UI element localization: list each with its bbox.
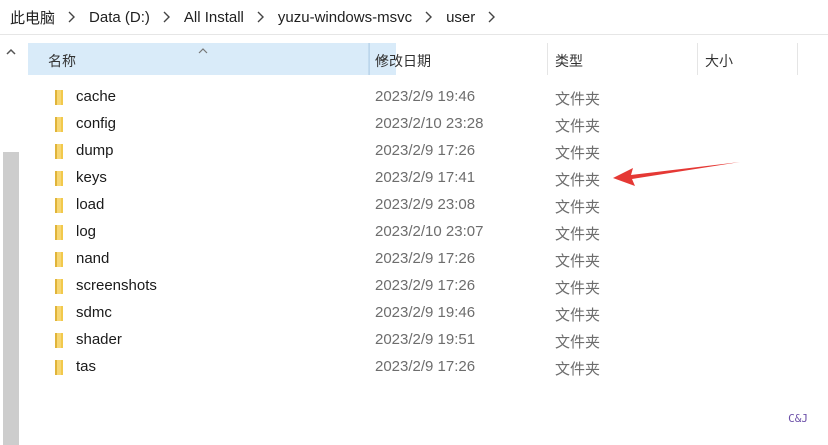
column-name-label: 名称	[48, 53, 76, 69]
file-row-shader[interactable]: shader 2023/2/9 19:51 文件夹	[28, 327, 828, 354]
file-date: 2023/2/9 19:46	[375, 304, 476, 321]
file-row-tas[interactable]: tas 2023/2/9 17:26 文件夹	[28, 354, 828, 381]
scroll-thumb[interactable]	[3, 152, 19, 445]
file-row-config[interactable]: config 2023/2/10 23:28 文件夹	[28, 111, 828, 138]
file-date: 2023/2/9 17:26	[375, 142, 476, 159]
file-type: 文件夹	[555, 172, 601, 189]
column-divider[interactable]	[697, 43, 698, 75]
file-date: 2023/2/10 23:07	[375, 223, 484, 240]
file-name: cache	[76, 88, 117, 105]
file-date: 2023/2/9 19:51	[375, 331, 476, 348]
file-type: 文件夹	[555, 118, 601, 135]
folder-icon	[52, 116, 66, 133]
file-type: 文件夹	[555, 253, 601, 270]
file-date: 2023/2/9 17:26	[375, 277, 476, 294]
file-date: 2023/2/9 17:41	[375, 169, 476, 186]
file-row-log[interactable]: log 2023/2/10 23:07 文件夹	[28, 219, 828, 246]
annotation-arrow-icon	[613, 162, 740, 186]
file-name: keys	[76, 169, 107, 186]
breadcrumb-yuzu[interactable]: yuzu-windows-msvc	[275, 9, 415, 26]
chevron-right-icon[interactable]	[415, 11, 443, 23]
column-header-size[interactable]: 大小	[705, 51, 733, 71]
column-header-date[interactable]: 修改日期	[375, 51, 431, 71]
column-divider[interactable]	[547, 43, 548, 75]
file-name: nand	[76, 250, 110, 267]
file-type: 文件夹	[555, 145, 601, 162]
file-name: screenshots	[76, 277, 157, 294]
sort-ascending-icon	[198, 41, 208, 57]
file-type: 文件夹	[555, 91, 601, 108]
breadcrumb-data-drive[interactable]: Data (D:)	[86, 9, 153, 26]
file-type: 文件夹	[555, 307, 601, 324]
folder-icon	[52, 359, 66, 376]
folder-icon	[52, 197, 66, 214]
chevron-right-icon[interactable]	[153, 11, 181, 23]
breadcrumb: 此电脑 Data (D:) All Install yuzu-windows-m…	[0, 0, 828, 34]
folder-icon	[52, 332, 66, 349]
chevron-right-icon[interactable]	[58, 11, 86, 23]
breadcrumb-all-install[interactable]: All Install	[181, 9, 247, 26]
folder-icon	[52, 170, 66, 187]
breadcrumb-user[interactable]: user	[443, 9, 478, 26]
file-type: 文件夹	[555, 199, 601, 216]
folder-icon	[52, 143, 66, 160]
file-name: tas	[76, 358, 97, 375]
column-divider[interactable]	[797, 43, 798, 75]
scroll-up-icon[interactable]	[4, 44, 18, 58]
file-date: 2023/2/10 23:28	[375, 115, 484, 132]
file-name: config	[76, 115, 117, 132]
file-row-screenshots[interactable]: screenshots 2023/2/9 17:26 文件夹	[28, 273, 828, 300]
file-row-sdmc[interactable]: sdmc 2023/2/9 19:46 文件夹	[28, 300, 828, 327]
file-date: 2023/2/9 23:08	[375, 196, 476, 213]
column-header-type[interactable]: 类型	[555, 51, 583, 71]
file-date: 2023/2/9 19:46	[375, 88, 476, 105]
folder-icon	[52, 251, 66, 268]
breadcrumb-this-pc[interactable]: 此电脑	[0, 7, 58, 28]
column-header-row: 名称 修改日期 类型 大小	[28, 43, 828, 75]
column-header-name[interactable]: 名称	[28, 43, 369, 75]
file-name: dump	[76, 142, 114, 159]
file-name: shader	[76, 331, 122, 348]
folder-icon	[52, 89, 66, 106]
file-name: sdmc	[76, 304, 112, 321]
folder-icon	[52, 305, 66, 322]
file-date: 2023/2/9 17:26	[375, 250, 476, 267]
file-list: cache 2023/2/9 19:46 文件夹 config 2023/2/1…	[28, 84, 828, 381]
file-type: 文件夹	[555, 280, 601, 297]
folder-icon	[52, 224, 66, 241]
file-date: 2023/2/9 17:26	[375, 358, 476, 375]
file-type: 文件夹	[555, 226, 601, 243]
file-row-cache[interactable]: cache 2023/2/9 19:46 文件夹	[28, 84, 828, 111]
folder-icon	[52, 278, 66, 295]
file-type: 文件夹	[555, 334, 601, 351]
file-row-nand[interactable]: nand 2023/2/9 17:26 文件夹	[28, 246, 828, 273]
file-name: load	[76, 196, 105, 213]
file-row-load[interactable]: load 2023/2/9 23:08 文件夹	[28, 192, 828, 219]
watermark: C&J	[788, 412, 808, 425]
divider	[0, 34, 828, 35]
chevron-right-icon[interactable]	[478, 11, 506, 23]
vertical-scrollbar[interactable]	[0, 40, 22, 445]
file-name: log	[76, 223, 97, 240]
file-type: 文件夹	[555, 361, 601, 378]
chevron-right-icon[interactable]	[247, 11, 275, 23]
